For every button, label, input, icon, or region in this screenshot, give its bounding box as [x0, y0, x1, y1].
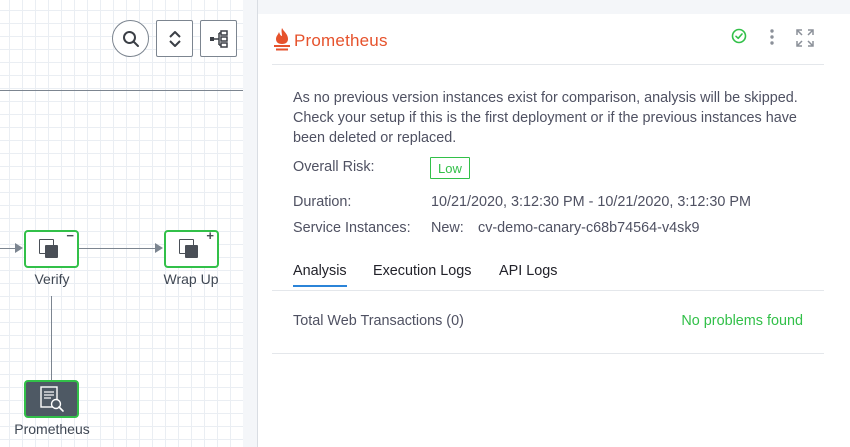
search-button[interactable]	[112, 20, 149, 57]
edge-incoming	[0, 248, 15, 249]
edge-verify-wrapup	[79, 248, 155, 249]
search-icon	[122, 30, 139, 47]
service-instances-label: Service Instances:	[293, 220, 411, 236]
expand-mark[interactable]: +	[206, 228, 214, 243]
expand-icon[interactable]	[796, 29, 814, 47]
duration-label: Duration:	[293, 194, 352, 210]
node-label-wrap-up: Wrap Up	[163, 271, 219, 287]
collapse-mark[interactable]: −	[66, 228, 74, 243]
analysis-status: No problems found	[681, 313, 803, 329]
arrow-head	[155, 243, 163, 253]
analysis-row[interactable]: Total Web Transactions (0) No problems f…	[272, 291, 824, 354]
tab-bar: Analysis Execution Logs API Logs	[272, 260, 824, 291]
panel-header: Prometheus	[272, 14, 824, 65]
risk-badge: Low	[430, 157, 470, 179]
node-label-verify: Verify	[34, 271, 70, 287]
tab-api-logs[interactable]: API Logs	[499, 263, 557, 285]
layout-button[interactable]	[200, 20, 237, 57]
tab-execution-logs[interactable]: Execution Logs	[373, 263, 471, 285]
duration-value: 10/21/2020, 3:12:30 PM - 10/21/2020, 3:1…	[431, 194, 752, 210]
check-circle-icon	[731, 28, 747, 44]
chevron-up-down-icon	[168, 30, 181, 47]
tree-layout-icon	[209, 29, 228, 48]
expand-collapse-button[interactable]	[156, 20, 193, 57]
node-verify[interactable]: −	[24, 228, 79, 268]
stage-divider	[0, 90, 243, 91]
more-vertical-icon[interactable]	[770, 28, 774, 46]
document-search-icon	[40, 386, 64, 412]
skip-analysis-message: As no previous version instances exist f…	[293, 90, 798, 146]
node-prometheus[interactable]	[24, 380, 79, 418]
overall-risk-label: Overall Risk:	[293, 159, 375, 175]
edge-verify-prometheus	[51, 296, 52, 380]
service-instance-name: cv-demo-canary-c68b74564-v4sk9	[478, 220, 700, 236]
details-panel: Prometheus As no previous version instan…	[258, 14, 850, 447]
transactions-title: Total Web Transactions (0)	[293, 313, 464, 329]
node-wrap-up[interactable]: +	[164, 228, 219, 268]
tab-analysis[interactable]: Analysis	[293, 263, 347, 287]
prometheus-flame-icon	[274, 28, 290, 51]
panel-title: Prometheus	[294, 31, 388, 50]
service-instances-prefix: New:	[431, 220, 464, 236]
node-label-prometheus: Prometheus	[14, 421, 90, 437]
arrow-head	[15, 243, 23, 253]
pipeline-canvas[interactable]: − Verify + Wrap Up Prometheus	[0, 0, 243, 447]
